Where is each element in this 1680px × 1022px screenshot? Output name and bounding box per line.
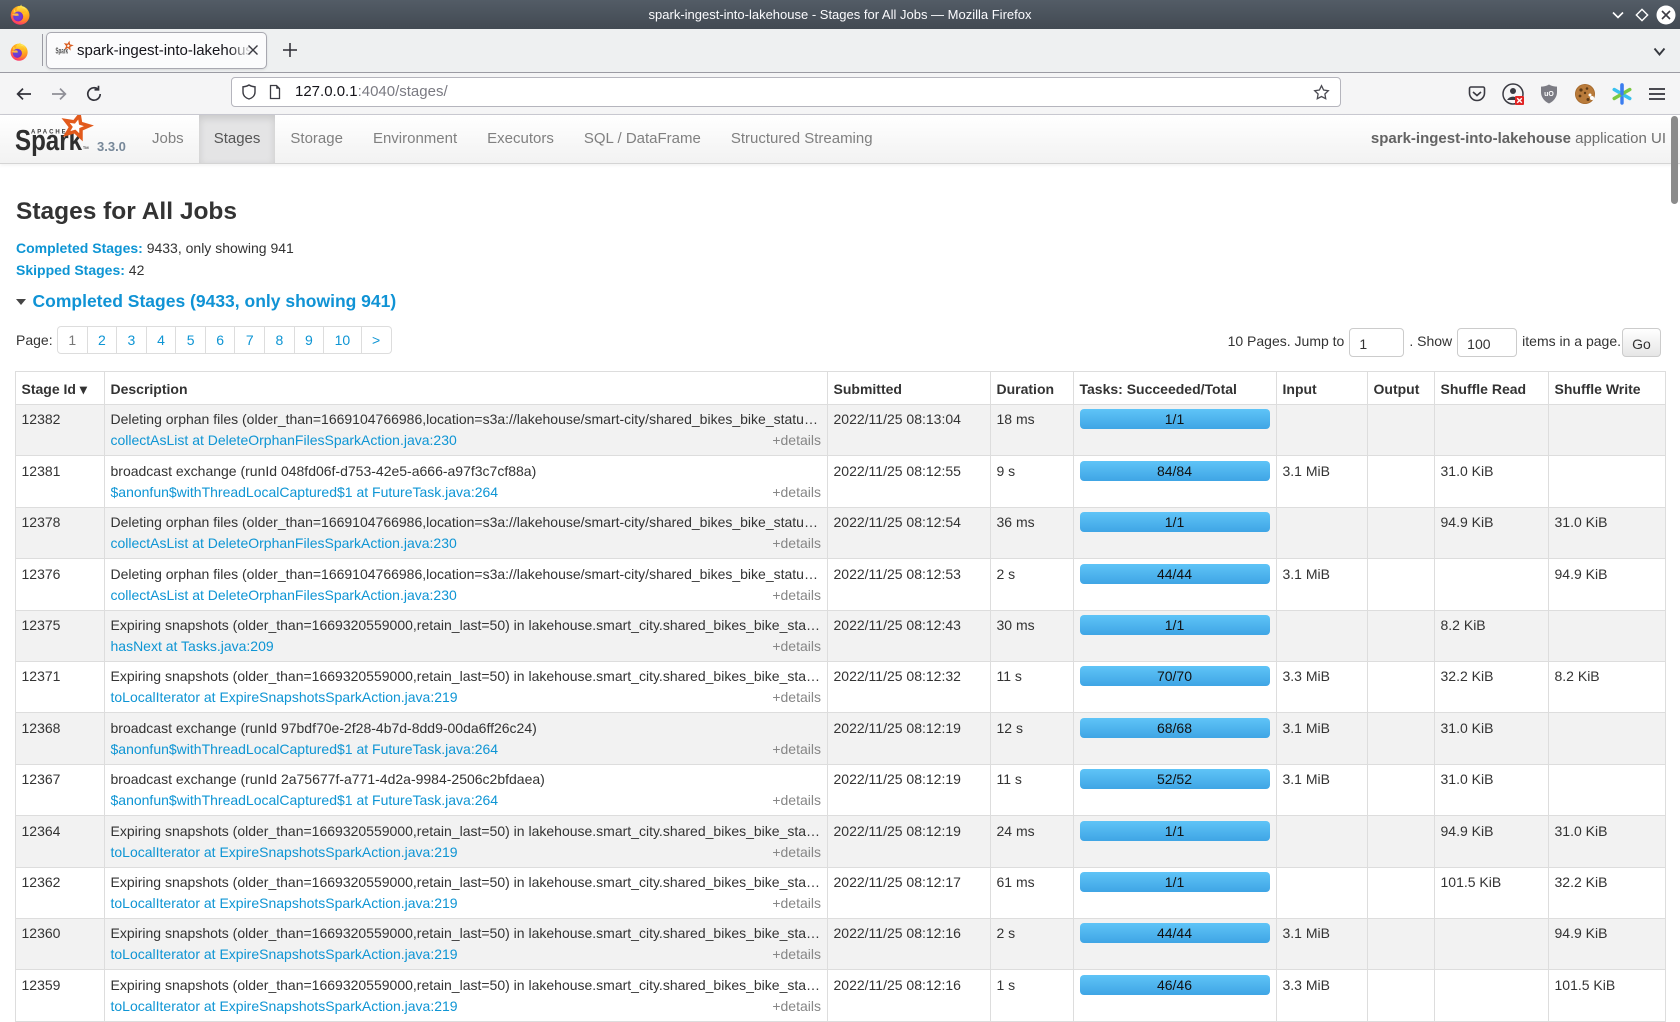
svg-text:™: ™ — [83, 146, 90, 153]
svg-text:uO: uO — [1544, 91, 1554, 98]
